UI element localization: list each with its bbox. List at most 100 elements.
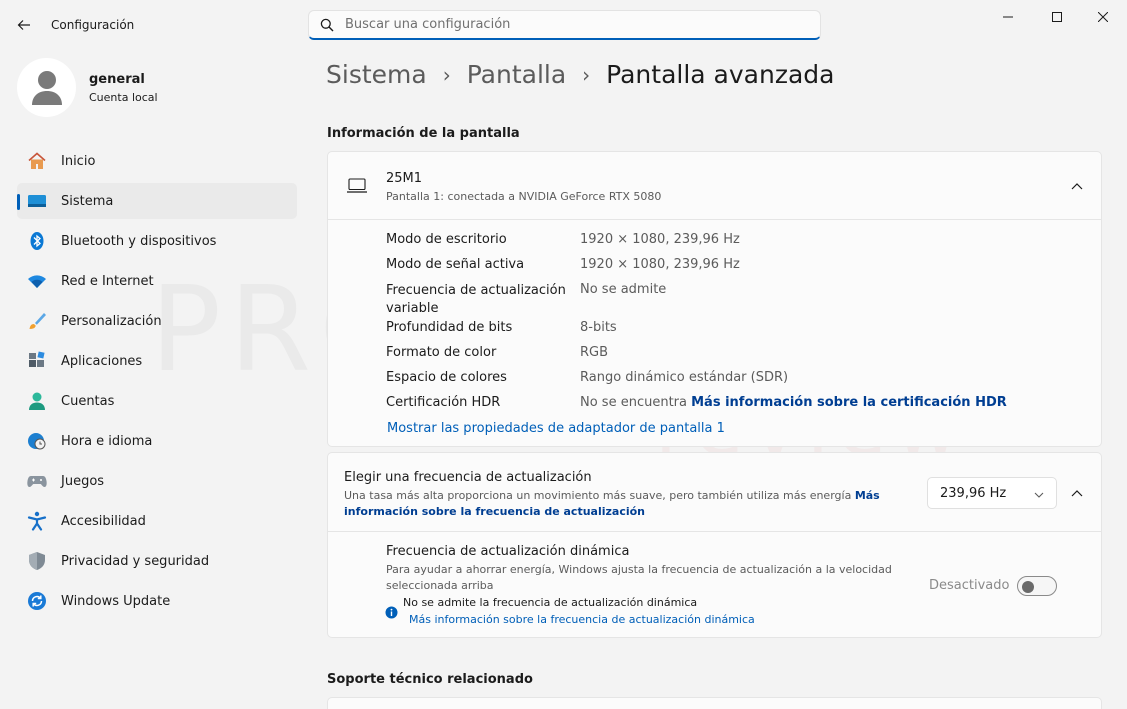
sidebar-item-label: Personalización [61, 313, 162, 329]
update-icon [27, 591, 47, 611]
adapter-properties-link[interactable]: Mostrar las propiedades de adaptador de … [387, 421, 725, 436]
sidebar-item-red[interactable]: Red e Internet [17, 263, 297, 299]
dynamic-refresh-title: Frecuencia de actualización dinámica [386, 544, 630, 559]
profile-name: general [89, 71, 145, 87]
sidebar-item-sistema[interactable]: Sistema [17, 183, 297, 219]
info-label-desktop-mode: Modo de escritorio [386, 232, 507, 247]
refresh-rate-link-part2: información sobre la frecuencia de actua… [344, 505, 646, 518]
apps-icon [27, 351, 47, 371]
related-support-card[interactable] [327, 697, 1102, 709]
laptop-icon [346, 178, 368, 198]
info-label-signal-mode: Modo de señal activa [386, 257, 525, 272]
user-profile[interactable]: general Cuenta local [17, 58, 158, 117]
chevron-up-icon[interactable] [1065, 174, 1089, 198]
shield-icon [27, 551, 47, 571]
info-label-bit-depth: Profundidad de bits [386, 320, 513, 335]
title-bar: Configuración [0, 0, 1127, 48]
user-avatar-icon [31, 70, 62, 105]
refresh-rate-selected: 239,96 Hz [940, 485, 1007, 501]
display-info-card: 25M1 Pantalla 1: conectada a NVIDIA GeFo… [327, 151, 1102, 447]
info-value-color-format: RGB [580, 345, 609, 360]
chevron-down-icon [1034, 487, 1044, 502]
wifi-icon [27, 271, 47, 291]
sidebar-item-aplicaciones[interactable]: Aplicaciones [17, 343, 297, 379]
accounts-icon [27, 391, 47, 411]
close-icon [1098, 12, 1108, 22]
dynamic-refresh-desc-line2: seleccionada arriba [386, 579, 494, 592]
sidebar-item-label: Accesibilidad [61, 513, 146, 529]
sidebar-nav: Inicio Sistema Bluetooth y dispositivos … [17, 143, 297, 623]
sidebar-item-hora[interactable]: Hora e idioma [17, 423, 297, 459]
info-label-vrr-line2: variable [386, 301, 439, 316]
profile-account-type: Cuenta local [89, 90, 158, 104]
page-title: Pantalla avanzada [606, 60, 835, 89]
info-label-color-format: Formato de color [386, 345, 497, 360]
info-label-vrr: Frecuencia de actualización variable [386, 282, 566, 318]
dynamic-refresh-notice: No se admite la frecuencia de actualizac… [403, 596, 698, 609]
system-icon [27, 191, 47, 211]
minimize-button[interactable] [985, 0, 1031, 34]
dynamic-refresh-info-link[interactable]: Más información sobre la frecuencia de a… [409, 613, 755, 626]
info-value-color-space: Rango dinámico estándar (SDR) [580, 370, 789, 385]
search-input[interactable] [345, 17, 805, 32]
dynamic-refresh-card: Frecuencia de actualización dinámica Par… [327, 531, 1102, 638]
section-title-related: Soporte técnico relacionado [327, 672, 533, 687]
sidebar-item-cuentas[interactable]: Cuentas [17, 383, 297, 419]
avatar [17, 58, 76, 117]
arrow-left-icon [17, 20, 30, 30]
monitor-subtitle: Pantalla 1: conectada a NVIDIA GeForce R… [386, 190, 662, 203]
sidebar-item-label: Hora e idioma [61, 433, 153, 449]
info-value-bit-depth: 8-bits [580, 320, 617, 335]
refresh-rate-dropdown[interactable]: 239,96 Hz [927, 477, 1057, 509]
info-label-vrr-line1: Frecuencia de actualización [386, 283, 566, 298]
display-info-header[interactable]: 25M1 Pantalla 1: conectada a NVIDIA GeFo… [328, 152, 1101, 220]
maximize-button[interactable] [1034, 0, 1080, 34]
close-button[interactable] [1080, 0, 1126, 34]
accessibility-icon [27, 511, 47, 531]
chevron-up-icon[interactable] [1065, 481, 1089, 505]
monitor-name: 25M1 [386, 171, 423, 186]
breadcrumb-sistema[interactable]: Sistema [326, 60, 427, 89]
dynamic-refresh-desc: Para ayudar a ahorrar energía, Windows a… [386, 562, 906, 594]
toggle-knob [1022, 581, 1034, 593]
refresh-rate-card: Elegir una frecuencia de actualización U… [327, 452, 1102, 532]
info-label-hdr: Certificación HDR [386, 395, 501, 410]
sidebar-item-personalizacion[interactable]: Personalización [17, 303, 297, 339]
search-icon [309, 18, 345, 32]
sidebar-item-label: Cuentas [61, 393, 115, 409]
refresh-rate-desc: Una tasa más alta proporciona un movimie… [344, 488, 884, 520]
sidebar-item-juegos[interactable]: Juegos [17, 463, 297, 499]
minimize-icon [1003, 16, 1013, 18]
search-box[interactable] [308, 10, 821, 40]
breadcrumb: Sistema › Pantalla › Pantalla avanzada [326, 60, 834, 89]
section-title-display-info: Información de la pantalla [327, 126, 520, 141]
dynamic-refresh-desc-line1: Para ayudar a ahorrar energía, Windows a… [386, 563, 892, 576]
sidebar-item-label: Inicio [61, 153, 96, 169]
info-label-color-space: Espacio de colores [386, 370, 507, 385]
chevron-right-icon: › [442, 62, 451, 87]
clock-globe-icon [27, 431, 47, 451]
info-icon [385, 604, 398, 623]
breadcrumb-pantalla[interactable]: Pantalla [467, 60, 566, 89]
refresh-rate-link-part1: Más [854, 489, 880, 502]
hdr-info-link[interactable]: Más información sobre la certificación H… [691, 395, 1007, 410]
hdr-status: No se encuentra [580, 395, 687, 410]
refresh-rate-title: Elegir una frecuencia de actualización [344, 470, 592, 485]
chevron-right-icon: › [582, 62, 591, 87]
sidebar-item-label: Juegos [61, 473, 105, 489]
gamepad-icon [27, 471, 47, 491]
sidebar-item-label: Sistema [61, 193, 114, 209]
sidebar-item-privacidad[interactable]: Privacidad y seguridad [17, 543, 297, 579]
back-button[interactable] [10, 12, 38, 38]
info-value-signal-mode: 1920 × 1080, 239,96 Hz [580, 257, 740, 272]
sidebar-item-windows-update[interactable]: Windows Update [17, 583, 297, 619]
dynamic-refresh-toggle[interactable] [1017, 576, 1057, 596]
sidebar-item-label: Windows Update [61, 593, 171, 609]
sidebar-item-bluetooth[interactable]: Bluetooth y dispositivos [17, 223, 297, 259]
sidebar-item-inicio[interactable]: Inicio [17, 143, 297, 179]
bluetooth-icon [27, 231, 47, 251]
sidebar-item-accesibilidad[interactable]: Accesibilidad [17, 503, 297, 539]
sidebar-item-label: Bluetooth y dispositivos [61, 233, 217, 249]
info-value-desktop-mode: 1920 × 1080, 239,96 Hz [580, 232, 740, 247]
maximize-icon [1052, 12, 1062, 22]
